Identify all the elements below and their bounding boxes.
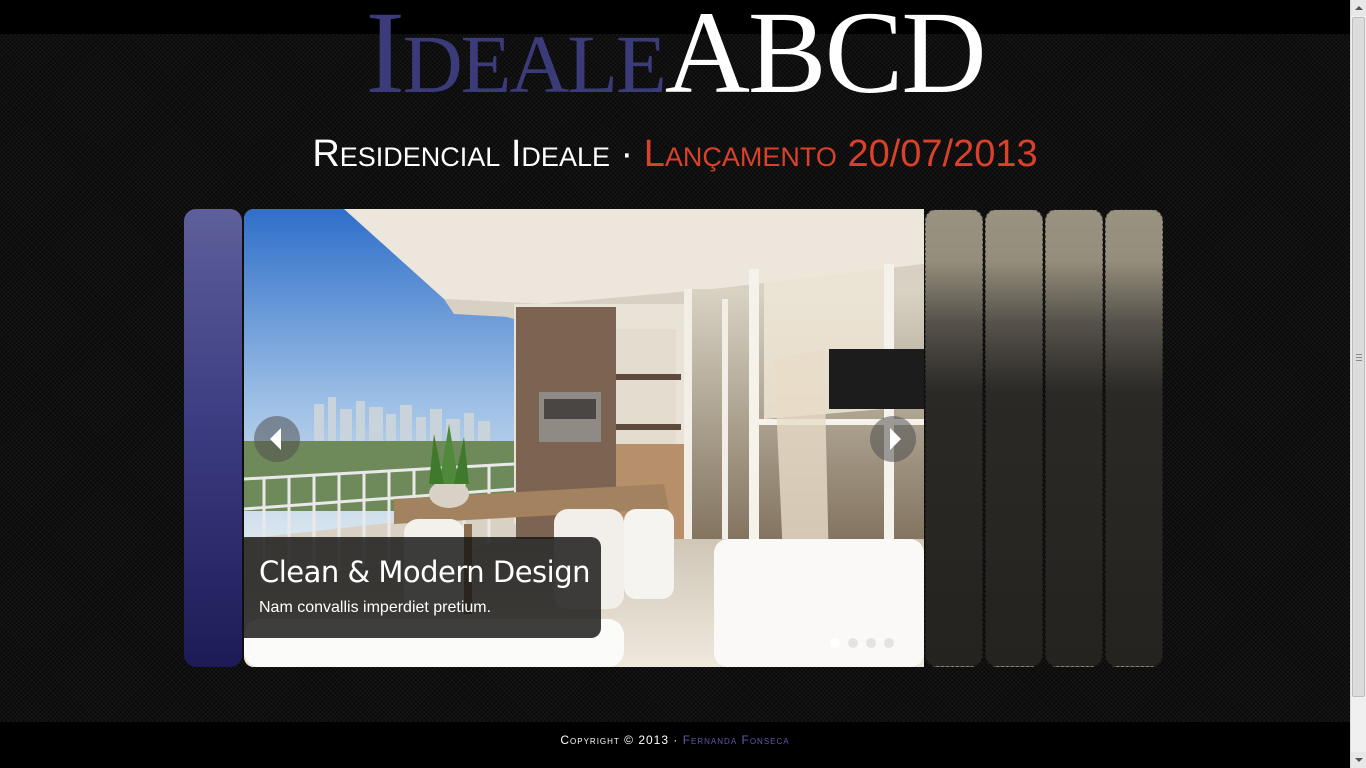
slider-prev-button[interactable] xyxy=(254,416,300,462)
logo-part-abcd: ABCD xyxy=(664,0,987,118)
site-logo[interactable]: IdealeABCD xyxy=(0,0,1350,112)
slide-dot-2[interactable] xyxy=(848,638,858,648)
subtitle-residencial: Residencial Ideale · xyxy=(312,133,644,175)
accordion-panel-2[interactable] xyxy=(925,209,983,667)
accordion-panel-3[interactable] xyxy=(985,209,1043,667)
page-subtitle: Residencial Ideale · Lançamento 20/07/20… xyxy=(0,132,1350,176)
vertical-scrollbar[interactable] xyxy=(1350,0,1366,768)
scroll-up-arrow-icon[interactable] xyxy=(1351,0,1366,16)
slide-dot-1[interactable] xyxy=(830,638,840,648)
caption-text: Nam convallis imperdiet pretium. xyxy=(259,599,492,616)
chevron-left-icon xyxy=(269,428,281,450)
footer: Copyright © 2013 · Fernanda Fonseca xyxy=(0,722,1350,768)
footer-copyright: Copyright © 2013 · xyxy=(560,733,683,747)
chevron-right-icon xyxy=(889,428,901,450)
logo-part-ideale: Ideale xyxy=(365,0,666,118)
accordion-panel-1[interactable] xyxy=(184,209,242,667)
footer-author-link[interactable]: Fernanda Fonseca xyxy=(683,733,790,747)
accordion-panel-5[interactable] xyxy=(1105,209,1163,667)
slide-caption: Clean & Modern Design Nam convallis impe… xyxy=(244,537,601,638)
grip-icon xyxy=(1356,354,1362,362)
slide-dot-3[interactable] xyxy=(866,638,876,648)
slide-pagination xyxy=(830,638,894,648)
slider-next-button[interactable] xyxy=(870,416,916,462)
caption-title: Clean & Modern Design xyxy=(259,555,591,589)
accordion-panel-4[interactable] xyxy=(1045,209,1103,667)
slide-dot-4[interactable] xyxy=(884,638,894,648)
scrollbar-thumb[interactable] xyxy=(1352,17,1365,697)
scroll-down-arrow-icon[interactable] xyxy=(1351,752,1366,768)
subtitle-launch-date: Lançamento 20/07/2013 xyxy=(643,133,1038,175)
